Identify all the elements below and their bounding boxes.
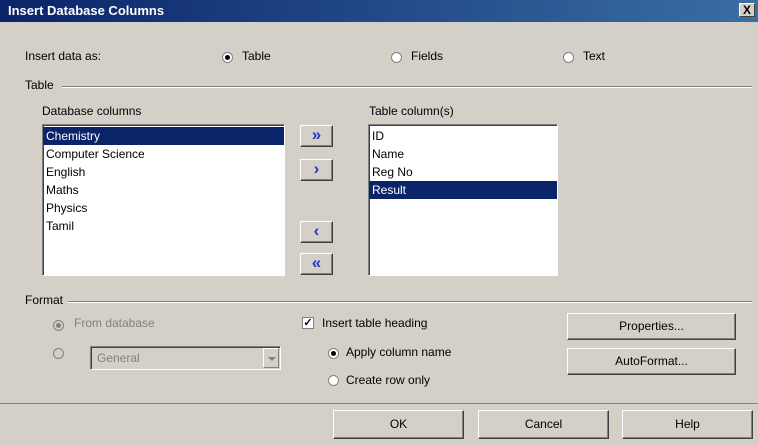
table-group-divider xyxy=(62,86,752,88)
format-group-label: Format xyxy=(25,293,64,307)
list-item[interactable]: Maths xyxy=(43,181,284,199)
window-title: Insert Database Columns xyxy=(8,3,165,18)
database-columns-list[interactable]: Chemistry Computer Science English Maths Phy… xyxy=(42,124,285,276)
properties-button[interactable]: Properties... xyxy=(567,313,736,340)
table-columns-list[interactable]: ID Name Reg No Result xyxy=(368,124,558,276)
table-group-label: Table xyxy=(25,78,54,92)
apply-column-name-label[interactable]: Apply column name xyxy=(346,345,451,359)
list-item[interactable]: Physics xyxy=(43,199,284,217)
add-one-button[interactable]: › xyxy=(300,159,333,181)
insert-table-heading-checkbox[interactable]: ✓ xyxy=(302,317,314,329)
ok-button[interactable]: OK xyxy=(333,410,464,439)
create-row-only-label[interactable]: Create row only xyxy=(346,373,430,387)
add-all-button[interactable]: » xyxy=(300,125,333,147)
close-button[interactable]: X xyxy=(739,3,755,17)
database-columns-label: Database columns xyxy=(42,104,142,118)
radio-create-row-only[interactable] xyxy=(328,375,339,386)
insert-data-as-label: Insert data as: xyxy=(25,49,102,63)
list-item[interactable]: Chemistry xyxy=(43,127,284,145)
insert-table-heading-label[interactable]: Insert table heading xyxy=(322,316,427,330)
radio-table-label[interactable]: Table xyxy=(242,49,271,63)
help-button[interactable]: Help xyxy=(622,410,753,439)
remove-one-button[interactable]: ‹ xyxy=(300,221,333,243)
remove-all-button[interactable]: « xyxy=(300,253,333,275)
radio-text[interactable] xyxy=(563,52,574,63)
format-combo[interactable]: General xyxy=(90,346,281,370)
list-item[interactable]: Name xyxy=(369,145,557,163)
radio-fields[interactable] xyxy=(391,52,402,63)
list-item[interactable]: Reg No xyxy=(369,163,557,181)
radio-fields-label[interactable]: Fields xyxy=(411,49,443,63)
radio-from-database[interactable] xyxy=(53,320,64,331)
table-columns-label: Table column(s) xyxy=(369,104,454,118)
radio-apply-column-name[interactable] xyxy=(328,348,339,359)
list-item[interactable]: Tamil xyxy=(43,217,284,235)
format-group-divider xyxy=(68,301,752,303)
list-item[interactable]: Result xyxy=(369,181,557,199)
format-combo-value: General xyxy=(97,351,140,365)
radio-table[interactable] xyxy=(222,52,233,63)
radio-text-label[interactable]: Text xyxy=(583,49,605,63)
list-item[interactable]: English xyxy=(43,163,284,181)
chevron-down-icon[interactable] xyxy=(263,348,279,368)
radio-format-custom[interactable] xyxy=(53,348,64,359)
autoformat-button[interactable]: AutoFormat... xyxy=(567,348,736,375)
cancel-button[interactable]: Cancel xyxy=(478,410,609,439)
list-item[interactable]: Computer Science xyxy=(43,145,284,163)
from-database-label: From database xyxy=(74,316,155,330)
list-item[interactable]: ID xyxy=(369,127,557,145)
